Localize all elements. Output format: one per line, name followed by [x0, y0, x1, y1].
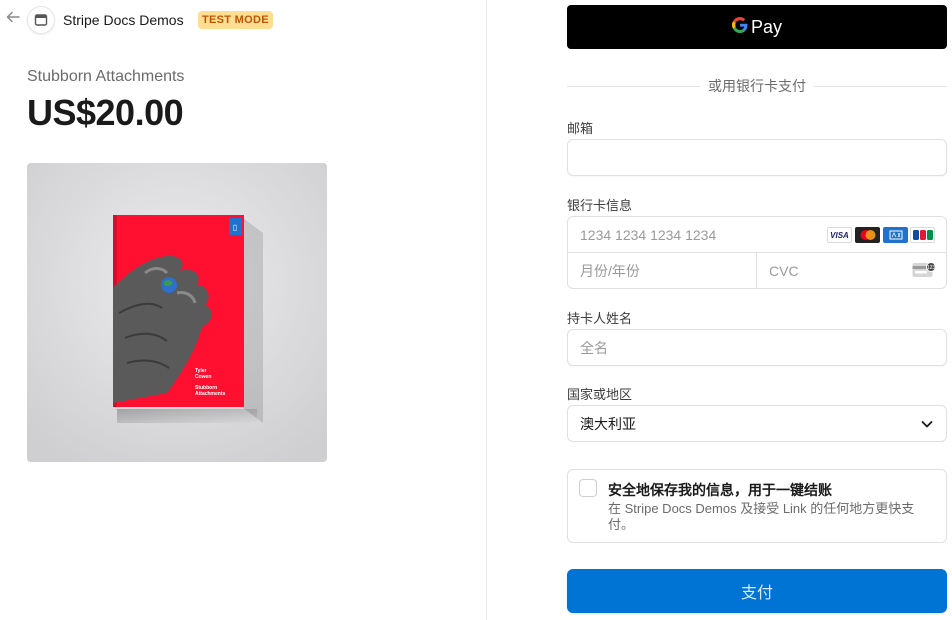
- svg-text:123: 123: [927, 265, 936, 271]
- svg-text:Attachments: Attachments: [195, 391, 226, 397]
- visa-icon: VISA: [827, 227, 852, 243]
- payment-panel: Pay 或用银行卡支付 邮箱 银行卡信息 VISA 123 持卡人姓名 国家或地…: [487, 0, 952, 620]
- product-image: ▯ Tyler Cowen Stubborn Attachments: [27, 163, 327, 462]
- arrow-left-icon[interactable]: [6, 10, 22, 28]
- google-g-icon: [731, 16, 748, 38]
- svg-text:▯: ▯: [233, 223, 237, 232]
- jcb-icon: [910, 227, 935, 243]
- google-pay-label: Pay: [750, 16, 783, 37]
- store-icon[interactable]: [27, 6, 55, 34]
- product-price: US$20.00: [27, 92, 184, 133]
- email-field[interactable]: [567, 139, 947, 176]
- mastercard-icon: [855, 227, 880, 243]
- cardholder-name-field[interactable]: [567, 329, 947, 366]
- order-summary-panel: Stripe Docs Demos TEST MODE Stubborn Att…: [0, 0, 486, 620]
- card-info-box: VISA 123: [567, 216, 947, 289]
- country-value: 澳大利亚: [580, 415, 636, 432]
- save-info-title: 安全地保存我的信息，用于一键结账: [608, 482, 832, 498]
- merchant-name[interactable]: Stripe Docs Demos: [63, 12, 184, 28]
- or-line-left: [567, 85, 700, 87]
- chevron-down-icon: [920, 417, 934, 431]
- save-info-description: 在 Stripe Docs Demos 及接受 Link 的任何地方更快支付。: [608, 501, 915, 532]
- card-info-label: 银行卡信息: [567, 198, 633, 213]
- cardholder-name-label: 持卡人姓名: [567, 311, 633, 326]
- country-select[interactable]: 澳大利亚: [567, 405, 947, 442]
- country-label: 国家或地区: [567, 387, 633, 402]
- amex-icon: [883, 227, 908, 243]
- save-info-box: 安全地保存我的信息，用于一键结账 在 Stripe Docs Demos 及接受…: [567, 469, 947, 543]
- or-line-right: [814, 85, 947, 87]
- test-mode-badge: TEST MODE: [198, 11, 273, 29]
- or-text: 或用银行卡支付: [708, 78, 806, 94]
- save-info-checkbox[interactable]: [579, 479, 597, 497]
- svg-text:Cowen: Cowen: [195, 374, 211, 380]
- or-divider: 或用银行卡支付: [567, 76, 947, 96]
- email-label: 邮箱: [567, 121, 594, 136]
- product-name: Stubborn Attachments: [27, 68, 185, 85]
- google-pay-button[interactable]: Pay: [567, 5, 947, 49]
- pay-button[interactable]: 支付: [567, 569, 947, 613]
- card-expiry-field[interactable]: [568, 253, 757, 288]
- card-back-icon: 123: [912, 262, 936, 278]
